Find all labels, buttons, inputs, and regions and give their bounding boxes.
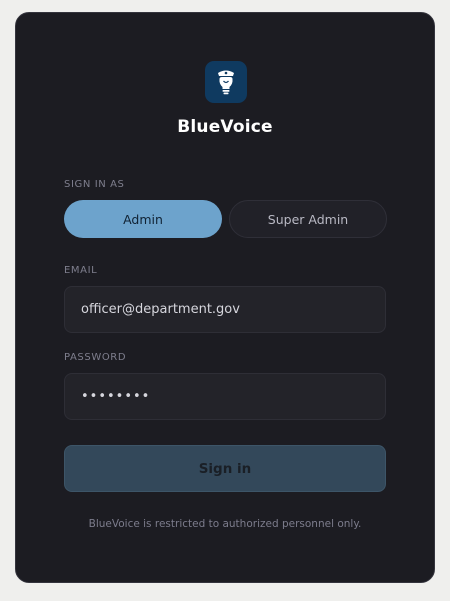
email-label: EMAIL	[64, 265, 98, 276]
sign-in-as-label: SIGN IN AS	[64, 179, 125, 190]
app-logo	[205, 61, 247, 103]
password-label: PASSWORD	[64, 352, 127, 363]
app-title: BlueVoice	[177, 117, 273, 137]
restricted-notice: BlueVoice is restricted to authorized pe…	[88, 518, 362, 530]
officer-bulb-icon	[218, 70, 234, 95]
email-field[interactable]: officer@department.gov	[64, 286, 386, 333]
role-admin-button[interactable]: Admin	[64, 200, 222, 238]
login-card: BlueVoice SIGN IN AS Admin Super Admin E…	[15, 12, 435, 583]
sign-in-button[interactable]: Sign in	[64, 445, 386, 492]
role-super-admin-button[interactable]: Super Admin	[229, 200, 387, 238]
password-field[interactable]: ••••••••	[64, 373, 386, 420]
